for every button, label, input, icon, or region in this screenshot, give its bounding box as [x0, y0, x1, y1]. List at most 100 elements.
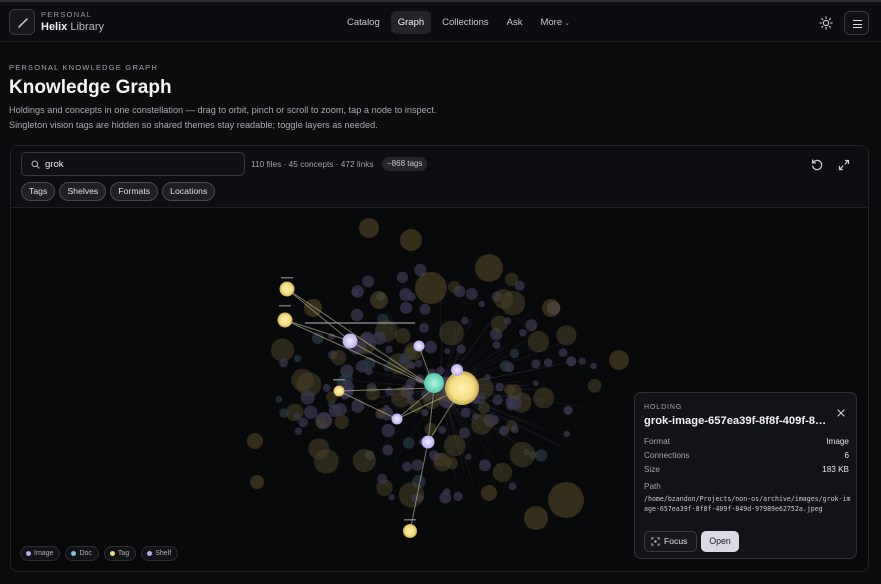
background-node[interactable]	[439, 320, 464, 346]
tag-node[interactable]	[279, 281, 295, 297]
background-node[interactable]	[294, 413, 301, 420]
toggle-locations[interactable]: Locations	[162, 182, 216, 201]
background-node[interactable]	[311, 332, 324, 344]
background-node[interactable]	[493, 289, 514, 309]
image-node[interactable]	[342, 333, 358, 349]
background-node[interactable]	[351, 288, 359, 296]
tag-node-muted[interactable]	[247, 433, 263, 449]
image-node[interactable]	[391, 413, 403, 425]
background-node[interactable]	[402, 461, 413, 472]
background-node[interactable]	[385, 345, 393, 354]
tag-node[interactable]	[277, 312, 293, 328]
background-node[interactable]	[443, 434, 466, 457]
background-node[interactable]	[377, 473, 388, 485]
background-node[interactable]	[300, 390, 315, 405]
background-node[interactable]	[374, 331, 382, 339]
background-node[interactable]	[495, 382, 504, 392]
expand-icon[interactable]	[837, 158, 851, 172]
background-node[interactable]	[453, 491, 463, 501]
toggle-formats[interactable]: Formats	[110, 182, 159, 201]
background-node[interactable]	[396, 271, 408, 283]
open-button[interactable]: Open	[701, 531, 739, 552]
background-node[interactable]	[448, 280, 461, 294]
tag-node-muted[interactable]	[481, 485, 497, 501]
search-box[interactable]	[21, 152, 245, 176]
background-node[interactable]	[578, 357, 586, 365]
background-node[interactable]	[279, 408, 289, 418]
background-node[interactable]	[436, 366, 445, 375]
tag-node-muted[interactable]	[475, 254, 503, 282]
search-input[interactable]	[45, 157, 235, 172]
background-node[interactable]	[465, 288, 478, 300]
background-node[interactable]	[556, 325, 577, 346]
background-node[interactable]	[330, 349, 347, 366]
brand-name[interactable]: Helix Library	[41, 21, 104, 33]
background-node[interactable]	[382, 444, 394, 456]
background-node[interactable]	[395, 328, 411, 344]
tag-node-muted[interactable]	[548, 482, 584, 518]
background-node[interactable]	[566, 356, 577, 367]
background-node[interactable]	[461, 316, 469, 325]
legend-shelf[interactable]: Shelf	[141, 546, 179, 561]
background-node[interactable]	[433, 452, 452, 472]
background-node[interactable]	[275, 395, 283, 403]
tag-node-muted[interactable]	[400, 229, 422, 251]
close-icon[interactable]	[835, 407, 847, 419]
background-node[interactable]	[492, 341, 501, 350]
tag-node[interactable]	[403, 524, 417, 538]
tag-node-muted[interactable]	[609, 350, 629, 370]
background-node[interactable]	[492, 462, 513, 483]
background-node[interactable]	[479, 459, 491, 472]
background-node[interactable]	[294, 355, 302, 363]
background-node[interactable]	[316, 417, 328, 430]
tag-node-muted[interactable]	[250, 475, 264, 489]
toggle-shelves[interactable]: Shelves	[59, 182, 107, 201]
background-node[interactable]	[587, 378, 602, 393]
nav-collections[interactable]: Collections	[435, 11, 495, 34]
background-node[interactable]	[391, 387, 412, 408]
background-node[interactable]	[439, 491, 452, 504]
background-node[interactable]	[279, 358, 288, 368]
background-node[interactable]	[563, 405, 573, 415]
reset-view-icon[interactable]	[810, 158, 824, 172]
background-node[interactable]	[491, 315, 508, 333]
background-node[interactable]	[478, 300, 485, 308]
background-node[interactable]	[424, 422, 437, 435]
background-node[interactable]	[533, 387, 555, 409]
background-node[interactable]	[509, 441, 535, 468]
background-node[interactable]	[352, 449, 376, 473]
tag-node[interactable]	[333, 385, 345, 397]
tag-node-selected[interactable]	[445, 371, 479, 405]
background-node[interactable]	[535, 449, 548, 462]
background-node[interactable]	[398, 482, 425, 508]
sun-icon[interactable]	[818, 15, 834, 31]
background-node[interactable]	[508, 482, 517, 491]
background-node[interactable]	[294, 427, 303, 435]
legend-doc[interactable]: Doc	[65, 546, 99, 561]
background-node[interactable]	[328, 404, 342, 417]
background-node[interactable]	[509, 348, 520, 359]
background-node[interactable]	[403, 437, 415, 449]
background-node[interactable]	[532, 380, 539, 387]
image-node[interactable]	[451, 364, 463, 376]
nav-more[interactable]: More ⌄	[533, 11, 577, 34]
background-node[interactable]	[351, 399, 365, 413]
legend-tag[interactable]: Tag	[103, 546, 137, 561]
app-logo[interactable]	[9, 9, 35, 35]
background-node[interactable]	[322, 383, 331, 392]
background-node[interactable]	[304, 405, 318, 419]
background-node[interactable]	[438, 426, 447, 435]
image-node[interactable]	[421, 435, 435, 449]
background-node[interactable]	[456, 344, 466, 354]
shelf-node[interactable]	[424, 373, 444, 393]
tag-node-muted[interactable]	[370, 291, 388, 309]
tag-node-muted[interactable]	[359, 218, 379, 238]
background-node[interactable]	[543, 358, 553, 367]
nav-catalog[interactable]: Catalog	[340, 11, 387, 34]
background-node[interactable]	[350, 308, 364, 322]
background-node[interactable]	[558, 348, 568, 357]
toggle-tags[interactable]: Tags	[21, 182, 56, 201]
background-node[interactable]	[388, 494, 395, 501]
image-node[interactable]	[413, 340, 425, 352]
focus-button[interactable]: Focus	[644, 531, 697, 552]
